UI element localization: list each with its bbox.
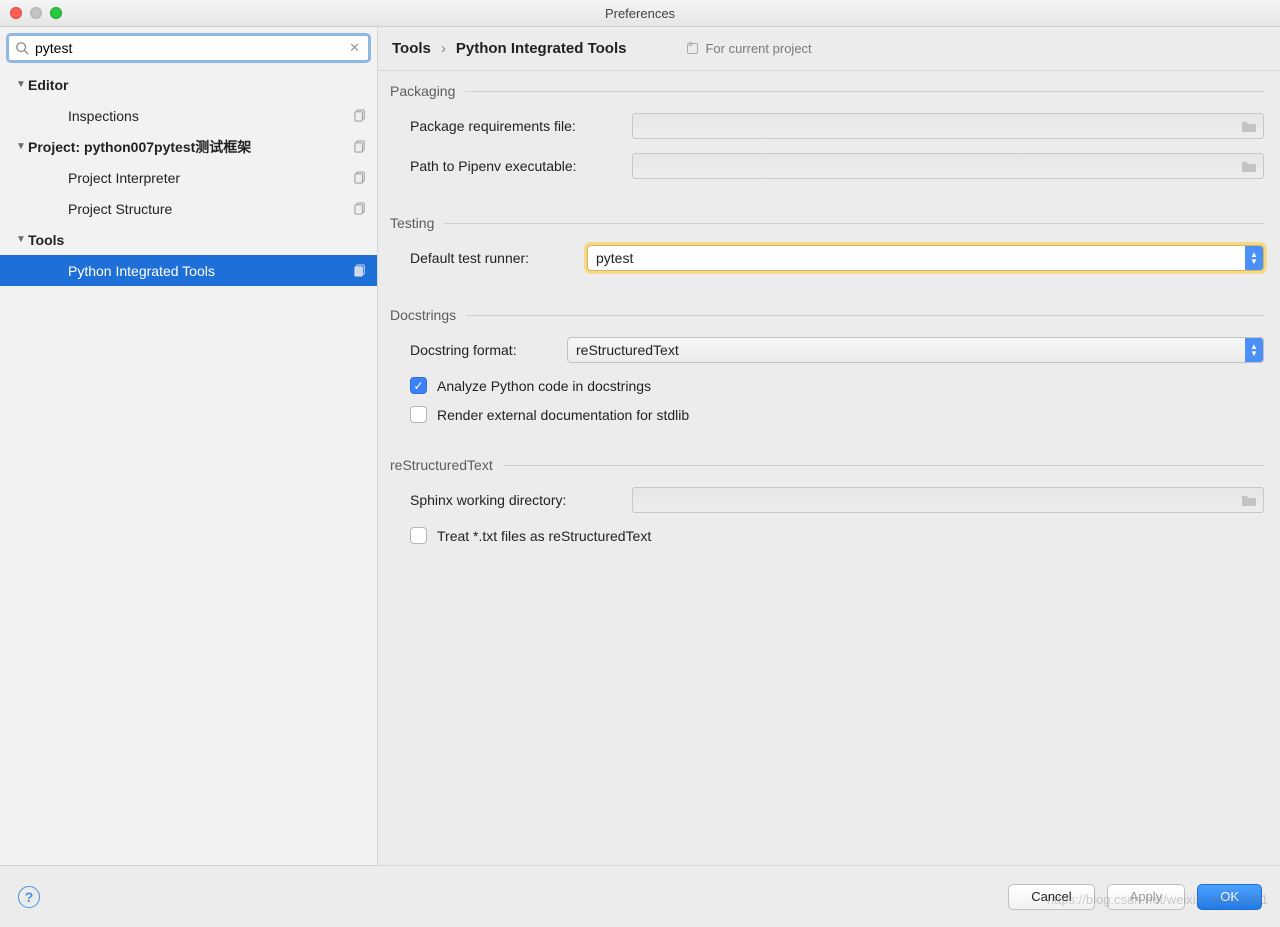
section-rst: reStructuredText Sphinx working director… <box>386 457 1264 556</box>
sidebar-item-1[interactable]: Inspections <box>0 100 377 131</box>
copy-icon <box>354 264 367 277</box>
sidebar-item-4[interactable]: Project Structure <box>0 193 377 224</box>
sidebar-item-5[interactable]: ▼Tools <box>0 224 377 255</box>
input-pipenv[interactable] <box>632 153 1264 179</box>
search-input[interactable] <box>35 40 341 56</box>
scope-label: For current project <box>705 41 811 56</box>
sidebar-item-label: Project Interpreter <box>68 170 354 186</box>
select-test-runner[interactable]: pytest ▲▼ <box>587 245 1264 271</box>
project-scope-icon <box>686 42 699 55</box>
help-icon[interactable]: ? <box>18 886 40 908</box>
section-title-packaging: Packaging <box>390 83 455 99</box>
breadcrumb-root: Tools <box>392 40 431 57</box>
copy-icon <box>354 140 367 153</box>
checkbox-analyze-row[interactable]: ✓ Analyze Python code in docstrings <box>410 377 1264 394</box>
chevron-down-icon: ▼ <box>14 79 28 90</box>
section-packaging: Packaging Package requirements file: Pat… <box>386 83 1264 193</box>
sidebar-item-3[interactable]: Project Interpreter <box>0 162 377 193</box>
input-package-req[interactable] <box>632 113 1264 139</box>
section-title-docstrings: Docstrings <box>390 307 456 323</box>
checkbox-render[interactable] <box>410 406 427 423</box>
select-test-runner-value: pytest <box>596 250 633 266</box>
chevron-down-icon: ▼ <box>14 141 28 152</box>
chevron-up-down-icon: ▲▼ <box>1245 338 1263 362</box>
select-docstring-format-value: reStructuredText <box>576 342 679 358</box>
sidebar-item-label: Project: python007pytest测试框架 <box>28 137 354 157</box>
input-sphinx-dir[interactable] <box>632 487 1264 513</box>
section-docstrings: Docstrings Docstring format: reStructure… <box>386 307 1264 435</box>
label-docstring-format: Docstring format: <box>410 342 555 358</box>
breadcrumb-bar: Tools › Python Integrated Tools For curr… <box>378 27 1280 71</box>
select-docstring-format[interactable]: reStructuredText ▲▼ <box>567 337 1264 363</box>
sidebar-item-label: Editor <box>28 77 367 93</box>
label-render: Render external documentation for stdlib <box>437 407 689 423</box>
label-analyze: Analyze Python code in docstrings <box>437 378 651 394</box>
window-title: Preferences <box>0 6 1280 21</box>
footer: ? Cancel Apply OK <box>0 865 1280 927</box>
label-pipenv: Path to Pipenv executable: <box>410 158 620 174</box>
copy-icon <box>354 202 367 215</box>
folder-icon[interactable] <box>1241 119 1257 133</box>
sidebar-item-label: Inspections <box>68 108 354 124</box>
label-test-runner: Default test runner: <box>410 250 575 266</box>
chevron-up-down-icon: ▲▼ <box>1245 246 1263 270</box>
checkbox-treat-row[interactable]: Treat *.txt files as reStructuredText <box>410 527 1264 544</box>
label-package-req: Package requirements file: <box>410 118 620 134</box>
chevron-down-icon: ▼ <box>14 234 28 245</box>
checkbox-render-row[interactable]: Render external documentation for stdlib <box>410 406 1264 423</box>
search-box[interactable]: ✕ <box>6 33 371 63</box>
section-testing: Testing Default test runner: pytest ▲▼ <box>386 215 1264 285</box>
breadcrumb-leaf: Python Integrated Tools <box>456 40 627 57</box>
label-treat: Treat *.txt files as reStructuredText <box>437 528 651 544</box>
checkbox-analyze[interactable]: ✓ <box>410 377 427 394</box>
sidebar-item-6[interactable]: Python Integrated Tools <box>0 255 377 286</box>
folder-icon[interactable] <box>1241 493 1257 507</box>
breadcrumb-sep: › <box>441 40 446 57</box>
titlebar: Preferences <box>0 0 1280 27</box>
label-sphinx-dir: Sphinx working directory: <box>410 492 620 508</box>
cancel-button[interactable]: Cancel <box>1008 884 1094 910</box>
main-panel: Tools › Python Integrated Tools For curr… <box>378 27 1280 865</box>
search-icon <box>15 41 29 55</box>
sidebar-item-label: Project Structure <box>68 201 354 217</box>
section-title-testing: Testing <box>390 215 434 231</box>
apply-button[interactable]: Apply <box>1107 884 1186 910</box>
sidebar: ✕ ▼EditorInspections▼Project: python007p… <box>0 27 378 865</box>
sidebar-item-label: Python Integrated Tools <box>68 263 354 279</box>
clear-search-icon[interactable]: ✕ <box>347 40 362 56</box>
checkbox-treat[interactable] <box>410 527 427 544</box>
folder-icon[interactable] <box>1241 159 1257 173</box>
section-title-rst: reStructuredText <box>390 457 493 473</box>
copy-icon <box>354 171 367 184</box>
scope-badge: For current project <box>686 41 811 56</box>
sidebar-item-2[interactable]: ▼Project: python007pytest测试框架 <box>0 131 377 162</box>
settings-tree: ▼EditorInspections▼Project: python007pyt… <box>0 69 377 865</box>
sidebar-item-label: Tools <box>28 232 367 248</box>
copy-icon <box>354 109 367 122</box>
sidebar-item-0[interactable]: ▼Editor <box>0 69 377 100</box>
ok-button[interactable]: OK <box>1197 884 1262 910</box>
breadcrumb: Tools › Python Integrated Tools <box>392 40 626 57</box>
